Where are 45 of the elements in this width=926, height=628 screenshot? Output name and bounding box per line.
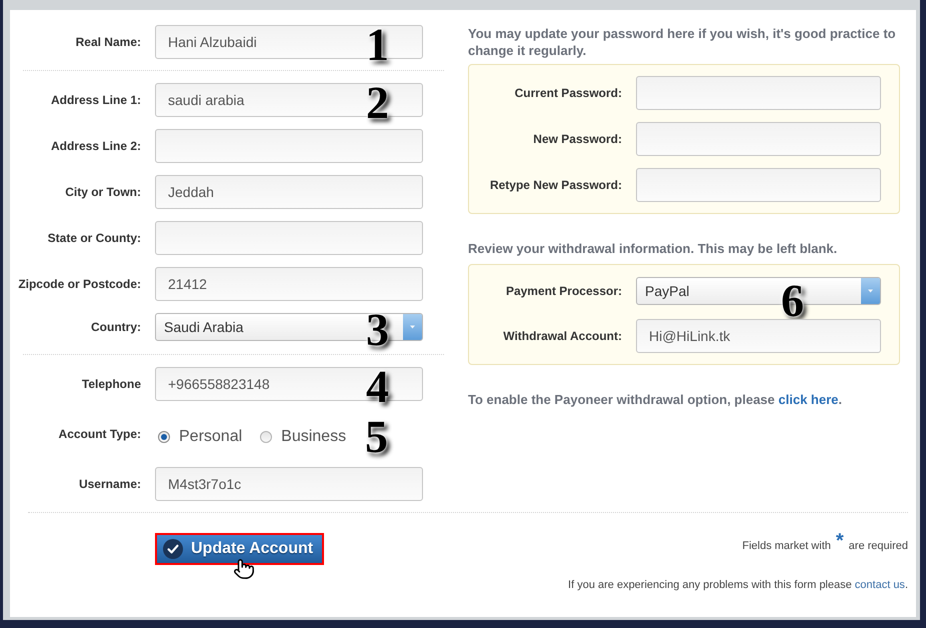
field-label: Real Name: xyxy=(74,34,141,51)
input-field[interactable]: saudi arabia 2 xyxy=(155,83,423,117)
required-asterisk: * xyxy=(836,531,844,551)
field-label: Telephone xyxy=(80,376,141,393)
caret-icon xyxy=(403,314,422,340)
check-circle-icon xyxy=(163,539,183,559)
field-label: New Password: xyxy=(532,131,622,148)
radio-option[interactable]: Personal xyxy=(158,425,242,449)
note-text: Fields market with xyxy=(742,539,831,554)
field-label: Zipcode or Postcode: xyxy=(17,276,141,293)
field-label: Address Line 1: xyxy=(50,92,141,109)
input-field[interactable]: Hi@HiLink.tk xyxy=(636,319,881,353)
note-text: To enable the Payoneer withdrawal option, please click here. xyxy=(468,391,844,408)
input-field[interactable] xyxy=(155,221,423,255)
input-field[interactable]: M4st3r7o1c xyxy=(155,467,423,501)
intro-text: Review your withdrawal information. This may be left blank. xyxy=(468,240,838,257)
input-field[interactable] xyxy=(155,129,423,163)
field-label: Retype New Password: xyxy=(488,177,622,194)
note-text: If you are experiencing any problems with this form please contact us. xyxy=(568,578,908,592)
radio-option[interactable]: Business xyxy=(260,425,346,449)
field-label: Withdrawal Account: xyxy=(502,328,622,345)
input-field[interactable]: 21412 xyxy=(155,267,423,301)
step-number: 5 xyxy=(365,414,388,460)
field-label: Country: xyxy=(90,319,141,336)
input-field[interactable] xyxy=(636,76,881,110)
input-field[interactable] xyxy=(636,168,881,202)
field-label: City or Town: xyxy=(64,184,141,201)
step-number: 3 xyxy=(366,307,389,353)
field-label: State or County: xyxy=(46,230,141,247)
text-link[interactable]: click here xyxy=(778,392,838,407)
input-field[interactable]: Hani Alzubaidi 1 xyxy=(155,25,423,59)
caret-icon xyxy=(861,278,880,304)
input-field[interactable]: +966558823148 4 xyxy=(155,367,423,401)
update-account-button[interactable]: Update Account xyxy=(155,533,324,565)
field-label: Payment Processor: xyxy=(504,283,622,300)
field-label: Account Type: xyxy=(58,426,141,443)
text-link[interactable]: contact us xyxy=(854,579,905,591)
input-field[interactable]: Jeddah xyxy=(155,175,423,209)
note-text: are required xyxy=(848,539,908,554)
hand-cursor-icon xyxy=(233,558,255,580)
field-label: Current Password: xyxy=(514,85,622,102)
field-label: Username: xyxy=(78,476,141,493)
intro-text: You may update your password here if you wish, it's good practice to change it regularly. xyxy=(468,25,897,59)
field-label: Address Line 2: xyxy=(50,138,141,155)
input-field[interactable] xyxy=(636,122,881,156)
